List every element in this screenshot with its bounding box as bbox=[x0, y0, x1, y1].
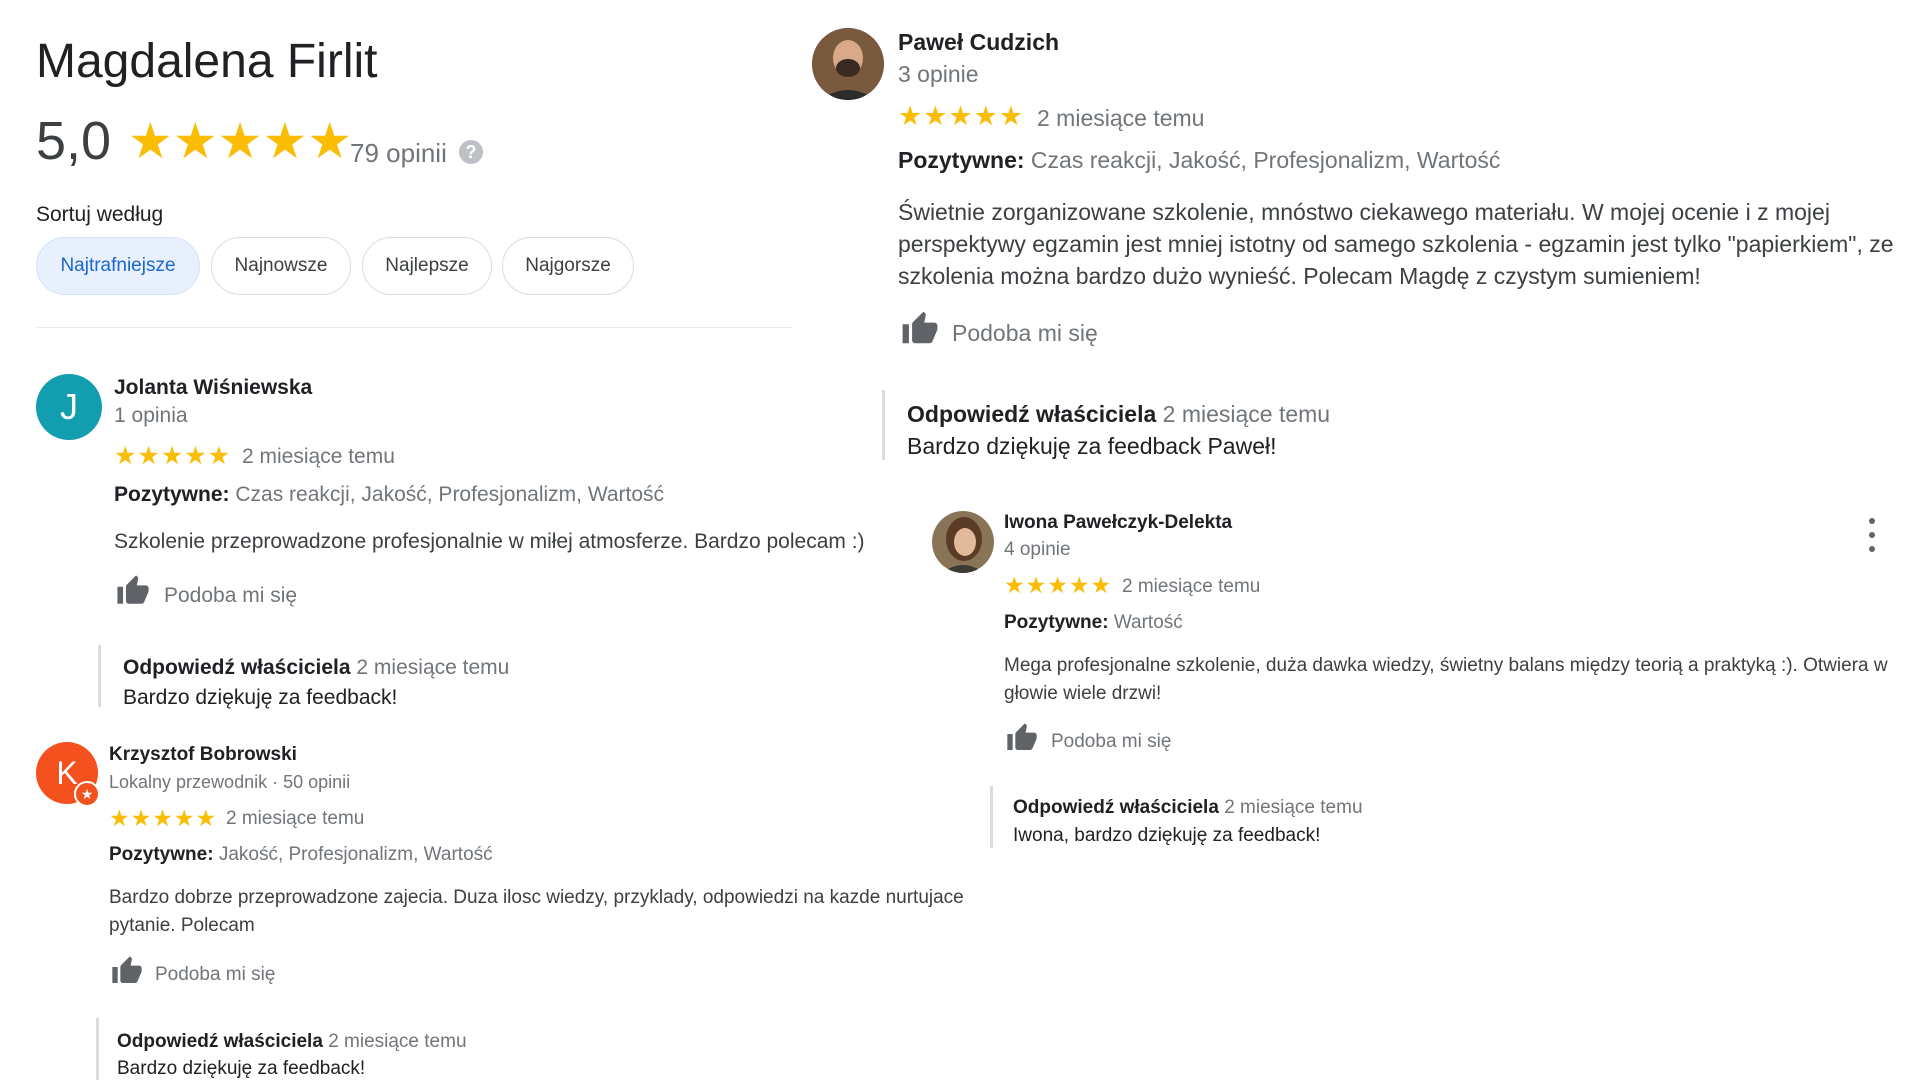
kebab-dot bbox=[1869, 518, 1875, 524]
owner-reply-bar bbox=[98, 645, 101, 707]
avatar-photo bbox=[812, 28, 884, 100]
avatar[interactable] bbox=[932, 511, 994, 573]
positive-attributes: Czas reakcji, Jakość, Profesjonalizm, Wa… bbox=[235, 483, 665, 506]
avatar-initial: J bbox=[60, 386, 78, 427]
overall-stars: ★★★★★ bbox=[128, 113, 353, 169]
review-text: Świetnie zorganizowane szkolenie, mnóstw… bbox=[898, 199, 1894, 289]
avatar-photo bbox=[932, 511, 994, 573]
owner-reply-label: Odpowiedź właściciela bbox=[123, 656, 351, 679]
reviewer-name[interactable]: Jolanta Wiśniewska bbox=[114, 376, 312, 400]
owner-reply-text: Iwona, bardzo dziękuję za feedback! bbox=[1013, 825, 1321, 846]
thumbs-up-icon[interactable] bbox=[114, 574, 152, 608]
reviewer-name[interactable]: Iwona Pawełczyk-Delekta bbox=[1004, 512, 1232, 534]
local-guide-badge-icon: ★ bbox=[74, 781, 100, 807]
positive-attributes: Wartość bbox=[1113, 612, 1183, 633]
review-time: 2 miesiące temu bbox=[1122, 576, 1261, 597]
reviewer-meta: Lokalny przewodnik · 50 opinii bbox=[109, 772, 351, 792]
review-stars: ★★★★★ bbox=[109, 805, 218, 831]
positive-label: Pozytywne: bbox=[109, 844, 214, 865]
review-text: Mega profesjonalne szkolenie, duża dawka… bbox=[1004, 655, 1888, 704]
owner-reply-time: 2 miesiące temu bbox=[1224, 797, 1363, 818]
like-button[interactable]: Podoba mi się bbox=[155, 964, 275, 986]
positive-attributes: Czas reakcji, Jakość, Profesjonalizm, Wa… bbox=[1030, 147, 1501, 173]
review-text: Szkolenie przeprowadzone profesjonalnie … bbox=[114, 530, 865, 553]
reviewer-name[interactable]: Krzysztof Bobrowski bbox=[109, 744, 297, 766]
overall-rating: 5,0 bbox=[36, 111, 112, 171]
like-button[interactable]: Podoba mi się bbox=[164, 584, 297, 608]
review-time: 2 miesiące temu bbox=[242, 445, 395, 468]
kebab-dot bbox=[1869, 546, 1875, 552]
owner-reply-time: 2 miesiące temu bbox=[356, 656, 510, 679]
sort-chip-relevant[interactable]: Najtrafniejsze bbox=[36, 237, 200, 295]
owner-reply-text: Bardzo dziękuję za feedback! bbox=[117, 1058, 366, 1079]
review-text: Bardzo dobrze przeprowadzone zajecia. Du… bbox=[109, 887, 964, 936]
reviewer-meta: 1 opinia bbox=[114, 404, 188, 427]
review-time: 2 miesiące temu bbox=[226, 808, 365, 829]
owner-reply-bar bbox=[96, 1018, 99, 1080]
thumbs-up-icon[interactable] bbox=[898, 310, 942, 348]
review-stars: ★★★★★ bbox=[1004, 572, 1113, 598]
positive-label: Pozytywne: bbox=[1004, 612, 1109, 633]
avatar-initial: K bbox=[56, 755, 78, 791]
section-divider bbox=[36, 327, 792, 328]
owner-reply-time: 2 miesiące temu bbox=[328, 1031, 467, 1052]
reviewer-meta: 4 opinie bbox=[1004, 539, 1071, 560]
avatar[interactable]: J bbox=[36, 374, 102, 440]
owner-reply-text: Bardzo dziękuję za feedback Paweł! bbox=[907, 433, 1277, 459]
reviewer-name[interactable]: Paweł Cudzich bbox=[898, 29, 1059, 56]
owner-reply-bar bbox=[990, 786, 993, 848]
positive-attributes: Jakość, Profesjonalizm, Wartość bbox=[218, 844, 493, 865]
positive-label: Pozytywne: bbox=[898, 147, 1025, 173]
owner-reply-time: 2 miesiące temu bbox=[1162, 401, 1331, 427]
kebab-dot bbox=[1869, 532, 1875, 538]
owner-reply-label: Odpowiedź właściciela bbox=[907, 401, 1157, 427]
place-title: Magdalena Firlit bbox=[36, 35, 378, 88]
positive-label: Pozytywne: bbox=[114, 483, 230, 506]
owner-reply-bar bbox=[882, 390, 885, 460]
owner-reply-text: Bardzo dziękuję za feedback! bbox=[123, 686, 398, 709]
thumbs-up-icon[interactable] bbox=[109, 955, 145, 987]
sort-chip-best[interactable]: Najlepsze bbox=[362, 237, 492, 295]
sort-label: Sortuj według bbox=[36, 203, 164, 226]
like-button[interactable]: Podoba mi się bbox=[1051, 731, 1171, 753]
avatar[interactable] bbox=[812, 28, 884, 100]
thumbs-up-icon[interactable] bbox=[1004, 722, 1040, 754]
review-stars: ★★★★★ bbox=[114, 442, 232, 470]
sort-chip-newest[interactable]: Najnowsze bbox=[211, 237, 351, 295]
review-time: 2 miesiące temu bbox=[1037, 105, 1205, 131]
sort-chip-worst[interactable]: Najgorsze bbox=[502, 237, 634, 295]
owner-reply-label: Odpowiedź właściciela bbox=[1013, 797, 1219, 818]
review-count-link[interactable]: 79 opinii bbox=[350, 138, 447, 169]
owner-reply-label: Odpowiedź właściciela bbox=[117, 1031, 323, 1052]
more-vert-icon[interactable] bbox=[1866, 518, 1878, 552]
reviewer-meta: 3 opinie bbox=[898, 61, 979, 87]
like-button[interactable]: Podoba mi się bbox=[952, 320, 1098, 347]
review-stars: ★★★★★ bbox=[898, 101, 1025, 131]
question-mark-icon[interactable]: ? bbox=[459, 140, 483, 164]
